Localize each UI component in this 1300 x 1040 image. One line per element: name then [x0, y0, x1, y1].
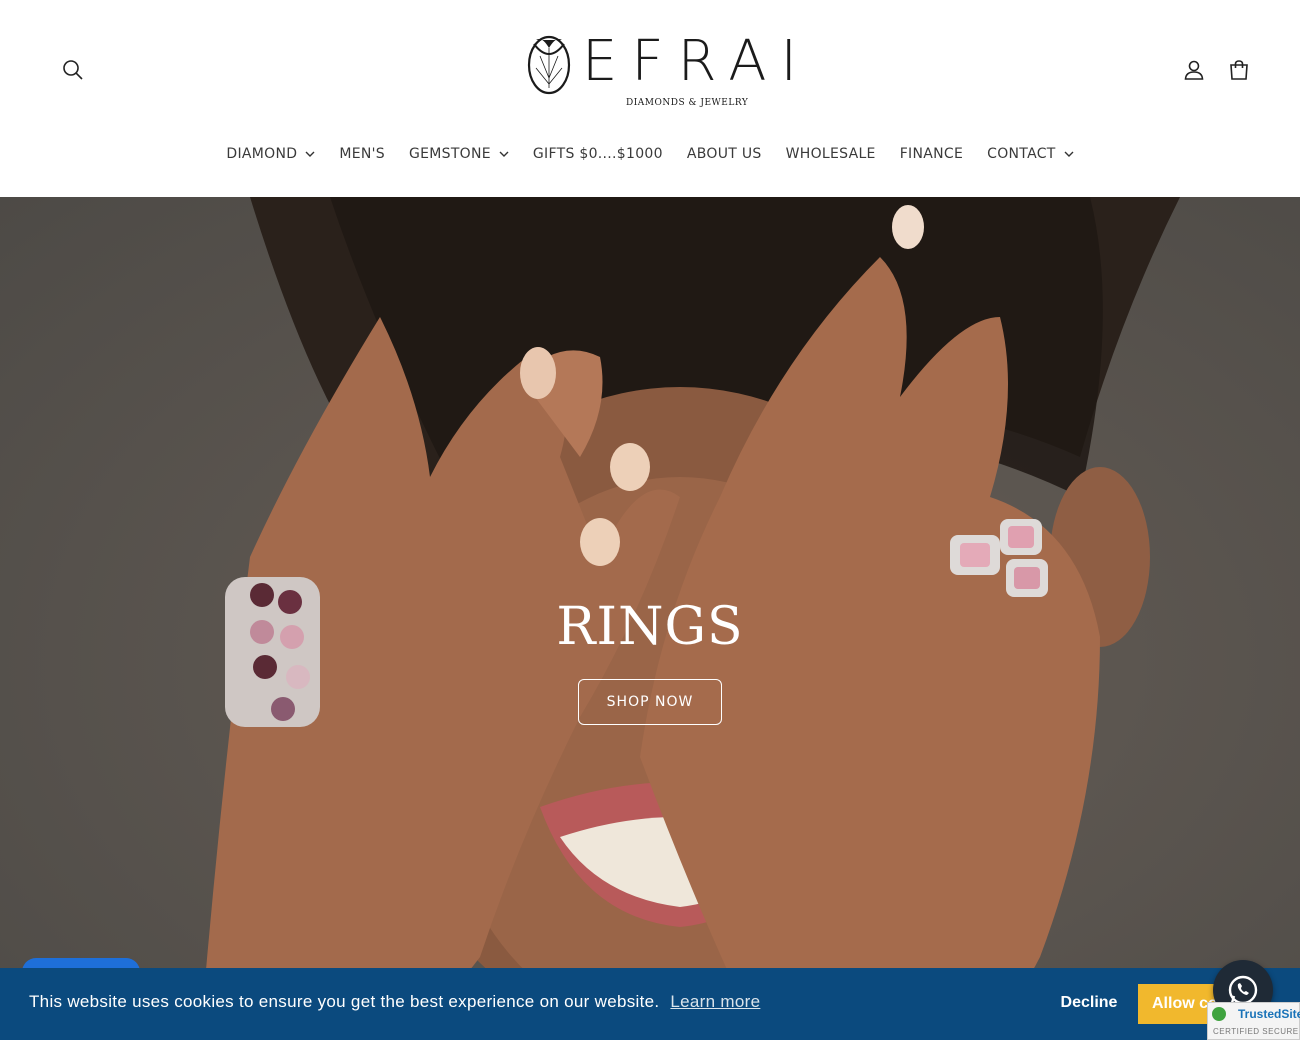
trusted-site-name: TrustedSite — [1238, 1007, 1300, 1021]
search-icon[interactable] — [59, 56, 87, 84]
nav-label: MEN'S — [339, 146, 385, 162]
nav-item-about-us[interactable]: ABOUT US — [687, 146, 762, 162]
nav-item-gifts[interactable]: GIFTS $0....$1000 — [533, 146, 663, 162]
cookie-message-wrap: This website uses cookies to ensure you … — [29, 992, 760, 1012]
account-icon[interactable] — [1180, 56, 1208, 84]
nav-item-diamond[interactable]: DIAMOND — [226, 146, 315, 162]
nav-label: ABOUT US — [686, 146, 762, 162]
nav-item-finance[interactable]: FINANCE — [900, 146, 963, 162]
check-icon — [1212, 1007, 1226, 1021]
main-nav: DIAMOND MEN'S GEMSTONE GIFTS $0....$1000… — [0, 140, 1300, 168]
nav-label: GEMSTONE — [408, 146, 491, 162]
logo-tagline: DIAMONDS & JEWELRY — [626, 98, 749, 108]
chevron-down-icon — [305, 151, 315, 157]
cart-icon[interactable] — [1225, 56, 1253, 84]
site-header: EFRAI DIAMONDS & JEWELRY DIAMOND MEN'S G… — [0, 0, 1300, 197]
logo-emblem — [527, 35, 571, 95]
hero-title: RINGS — [556, 597, 744, 657]
chevron-down-icon — [499, 151, 509, 157]
nav-item-mens[interactable]: MEN'S — [339, 146, 385, 162]
chevron-down-icon — [1064, 151, 1074, 157]
nav-label: GIFTS $0....$1000 — [532, 146, 663, 162]
shop-now-button[interactable]: SHOP NOW — [578, 679, 722, 725]
trusted-site-sub: CERTIFIED SECURE — [1213, 1027, 1299, 1036]
nav-item-contact[interactable]: CONTACT — [987, 146, 1074, 162]
learn-more-link[interactable]: Learn more — [670, 992, 760, 1011]
nav-item-wholesale[interactable]: WHOLESALE — [786, 146, 876, 162]
trusted-site-badge[interactable]: TrustedSite CERTIFIED SECURE — [1207, 1002, 1300, 1040]
nav-label: FINANCE — [899, 146, 964, 162]
nav-label: CONTACT — [987, 146, 1056, 162]
hero-banner: RINGS SHOP NOW — [0, 197, 1300, 1040]
nav-item-gemstone[interactable]: GEMSTONE — [409, 146, 509, 162]
nav-label: WHOLESALE — [785, 146, 876, 162]
decline-button[interactable]: Decline — [1050, 984, 1128, 1022]
logo-wordmark: EFRAI — [582, 29, 812, 94]
cookie-message: This website uses cookies to ensure you … — [29, 992, 660, 1011]
nav-label: DIAMOND — [226, 146, 298, 162]
site-logo[interactable]: EFRAI DIAMONDS & JEWELRY — [526, 30, 797, 112]
